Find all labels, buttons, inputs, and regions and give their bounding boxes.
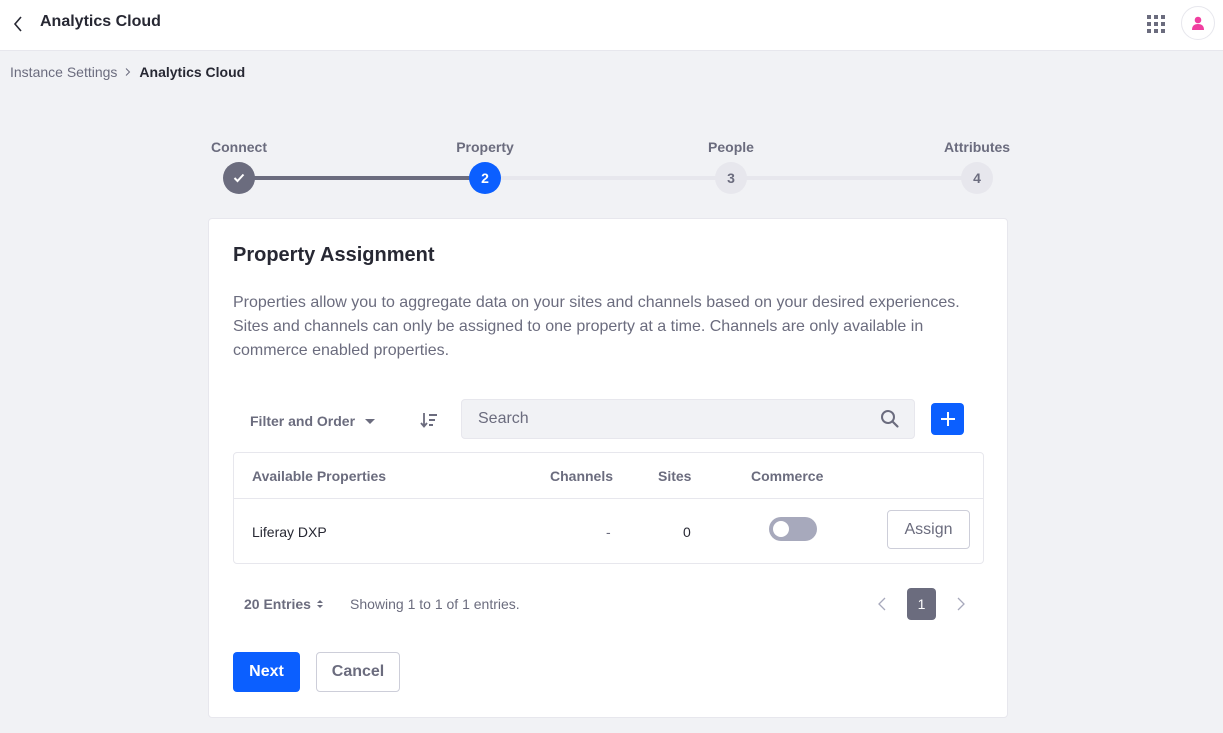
next-button[interactable]: Next: [233, 652, 300, 692]
card-title: Property Assignment: [233, 244, 435, 266]
plus-icon: [940, 412, 955, 426]
angle-right-icon: [957, 597, 965, 611]
search-icon: [881, 410, 899, 428]
breadcrumb-instance-settings[interactable]: Instance Settings: [10, 64, 117, 80]
user-avatar-icon: [1192, 16, 1204, 30]
entries-per-page-dropdown[interactable]: 20 Entries: [244, 596, 323, 612]
column-channels: Channels: [550, 468, 614, 484]
add-property-button[interactable]: [931, 403, 964, 435]
step-label-connect: Connect: [211, 139, 267, 155]
property-sites: 0: [683, 524, 691, 540]
sort-order-button[interactable]: [418, 408, 440, 432]
back-button[interactable]: [8, 12, 28, 36]
top-bar: Analytics Cloud: [0, 0, 1223, 51]
commerce-toggle[interactable]: [769, 517, 817, 541]
angle-left-icon: [13, 16, 22, 32]
step-label-attributes: Attributes: [943, 139, 1011, 155]
assign-button[interactable]: Assign: [887, 510, 970, 549]
properties-table: Available Properties Channels Sites Comm…: [233, 452, 984, 564]
order-arrow-down-icon: [420, 413, 437, 428]
column-available-properties: Available Properties: [252, 468, 387, 484]
page-1-button[interactable]: 1: [907, 588, 936, 620]
previous-page-button[interactable]: [872, 590, 892, 618]
property-assignment-card: Property Assignment Properties allow you…: [208, 218, 1008, 718]
caret-down-icon: [365, 418, 376, 424]
step-connect[interactable]: [223, 162, 255, 194]
search-button[interactable]: [880, 409, 900, 429]
next-page-button[interactable]: [951, 590, 971, 618]
pagination-results: Showing 1 to 1 of 1 entries.: [350, 596, 520, 612]
user-avatar[interactable]: [1181, 6, 1215, 40]
card-description: Properties allow you to aggregate data o…: [233, 294, 960, 359]
search-field: [461, 399, 915, 439]
angle-left-icon: [878, 597, 886, 611]
step-attributes: 4: [961, 162, 993, 194]
check-icon: [233, 173, 245, 183]
step-connector-3: [731, 176, 977, 180]
column-commerce: Commerce: [751, 468, 824, 484]
breadcrumb: Instance Settings Analytics Cloud: [10, 64, 245, 80]
property-channels: -: [606, 524, 611, 540]
table-header: Available Properties Channels Sites Comm…: [234, 453, 983, 499]
step-connector-2: [485, 176, 731, 180]
step-connector-1: [239, 176, 485, 180]
step-label-people: People: [708, 139, 754, 155]
step-people: 3: [715, 162, 747, 194]
filter-and-order-dropdown[interactable]: Filter and Order: [250, 409, 376, 433]
step-property[interactable]: 2: [469, 162, 501, 194]
cancel-button[interactable]: Cancel: [316, 652, 400, 692]
breadcrumb-separator-icon: [125, 68, 131, 76]
caret-double-icon: [316, 600, 323, 608]
app-title: Analytics Cloud: [40, 13, 161, 30]
property-name: Liferay DXP: [252, 524, 327, 540]
filter-label: Filter and Order: [250, 413, 356, 429]
apps-grid-icon: [1147, 15, 1165, 33]
column-sites: Sites: [658, 468, 692, 484]
breadcrumb-current: Analytics Cloud: [139, 64, 246, 80]
search-input[interactable]: [462, 400, 862, 438]
toggle-knob: [773, 521, 789, 537]
apps-menu-button[interactable]: [1145, 13, 1167, 35]
entries-label: 20 Entries: [244, 596, 311, 612]
step-label-property: Property: [456, 139, 514, 155]
